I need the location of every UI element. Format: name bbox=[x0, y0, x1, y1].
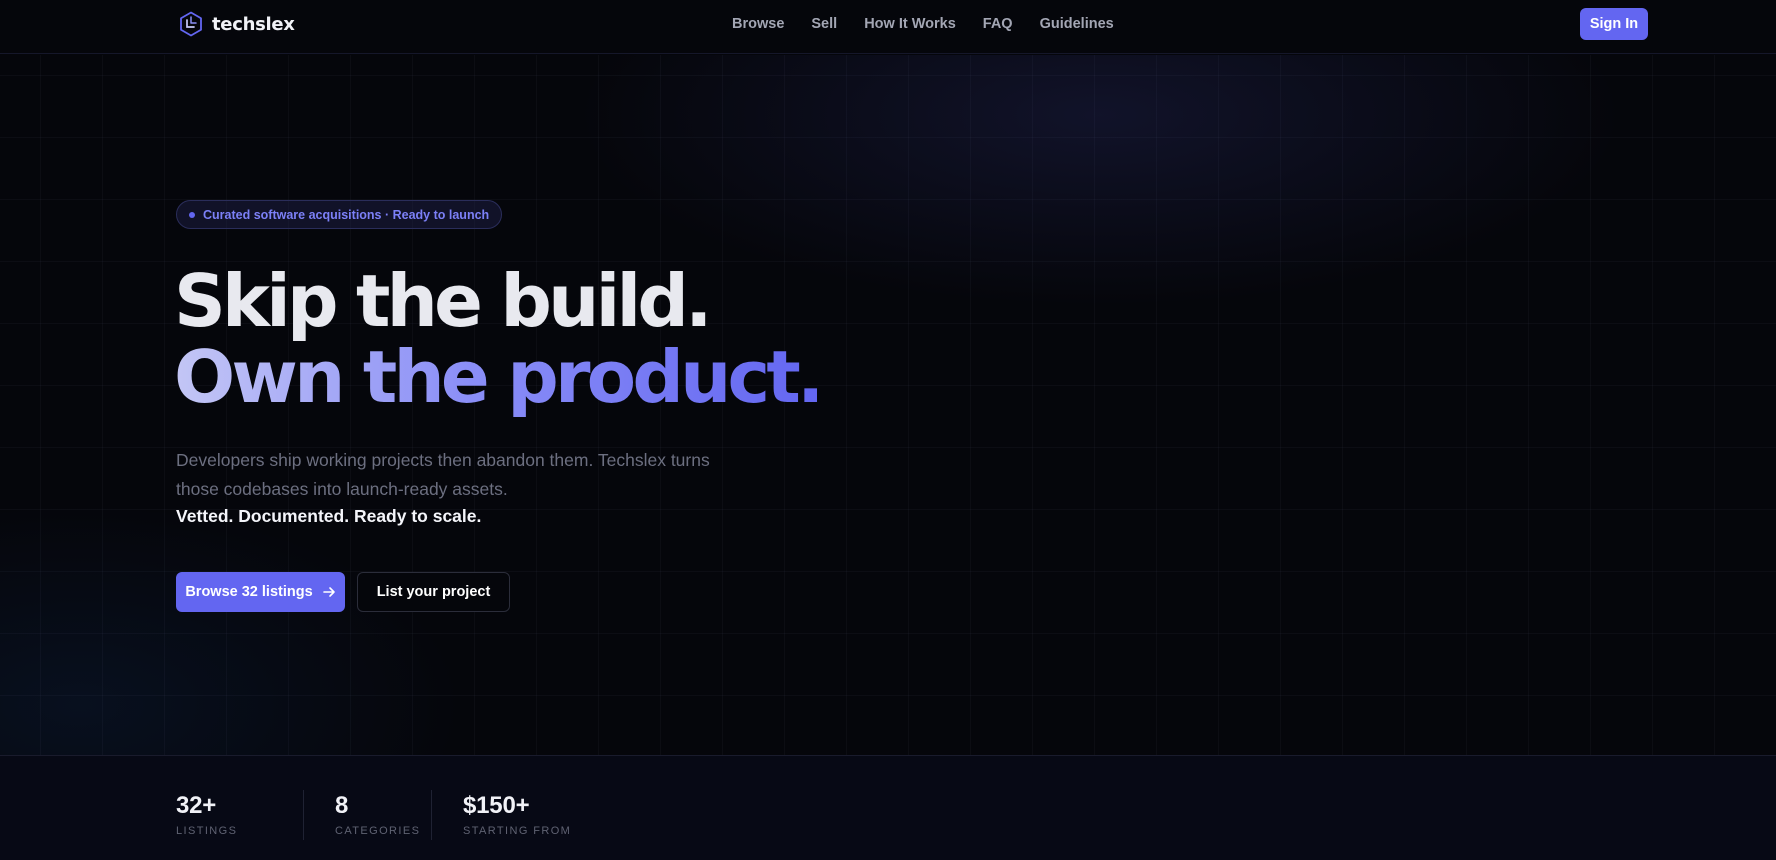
brand-logo[interactable]: techslex bbox=[178, 11, 295, 37]
hero-tagline: Vetted. Documented. Ready to scale. bbox=[176, 506, 482, 526]
nav-link-guidelines[interactable]: Guidelines bbox=[1040, 16, 1114, 32]
stat-divider bbox=[431, 790, 432, 840]
stat-label: CATEGORIES bbox=[335, 825, 421, 837]
browse-listings-label: Browse 32 listings bbox=[185, 584, 313, 600]
arrow-right-icon bbox=[322, 587, 335, 597]
nav-link-faq[interactable]: FAQ bbox=[983, 16, 1013, 32]
dot-icon bbox=[189, 211, 195, 218]
nav-link-sell[interactable]: Sell bbox=[811, 16, 837, 32]
site-header: techslex Browse Sell How It Works FAQ Gu… bbox=[0, 0, 1776, 54]
stat-label: LISTINGS bbox=[176, 825, 238, 837]
browse-listings-button[interactable]: Browse 32 listings bbox=[176, 572, 345, 612]
nav-link-how-it-works[interactable]: How It Works bbox=[864, 16, 956, 32]
hero-description: Developers ship working projects then ab… bbox=[176, 450, 710, 499]
brand-name: techslex bbox=[212, 13, 295, 35]
list-project-button[interactable]: List your project bbox=[357, 572, 510, 612]
hero-section: Curated software acquisitions · Ready to… bbox=[0, 55, 1776, 755]
headline-line-2-wrapper: Own the product. bbox=[174, 339, 824, 415]
hero-badge: Curated software acquisitions · Ready to… bbox=[176, 200, 503, 229]
headline-line-2: Own the product. bbox=[174, 335, 824, 419]
stat-value: 8 bbox=[335, 792, 349, 819]
stat-value: 32+ bbox=[176, 792, 217, 819]
cube-logo-icon bbox=[180, 11, 202, 37]
stat-divider bbox=[303, 790, 304, 840]
nav-link-browse[interactable]: Browse bbox=[732, 16, 784, 32]
stat-categories: 8 CATEGORIES bbox=[335, 792, 420, 837]
stat-starting-price: $150+ STARTING FROM bbox=[463, 792, 571, 837]
stat-listings: 32+ LISTINGS bbox=[176, 792, 237, 837]
main-nav: Browse Sell How It Works FAQ Guidelines bbox=[732, 0, 1114, 48]
stats-bar: 32+ LISTINGS 8 CATEGORIES $150+ STARTING… bbox=[0, 755, 1776, 860]
stat-value: $150+ bbox=[463, 792, 530, 819]
sign-in-button[interactable]: Sign In bbox=[1580, 8, 1648, 40]
headline-line-1: Skip the build. bbox=[174, 259, 712, 343]
hero-headline: Skip the build. Own the product. bbox=[174, 259, 824, 415]
stat-label: STARTING FROM bbox=[463, 825, 572, 837]
hero-badge-text: Curated software acquisitions · Ready to… bbox=[203, 207, 490, 222]
